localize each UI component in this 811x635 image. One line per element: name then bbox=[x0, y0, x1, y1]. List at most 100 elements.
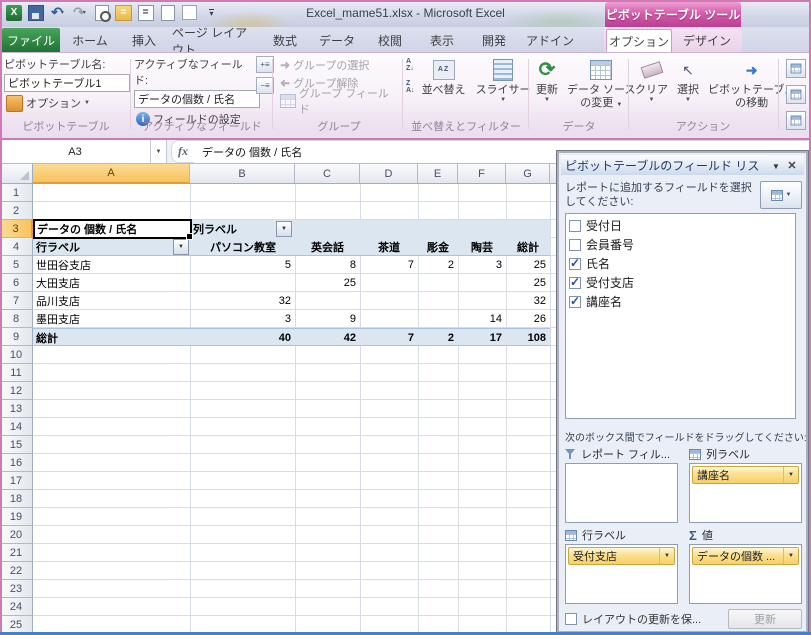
pivot-name-input[interactable]: ピボットテーブル1 bbox=[4, 74, 130, 92]
row-header-2[interactable]: 2 bbox=[0, 202, 33, 220]
pivot-value[interactable]: 9 bbox=[295, 310, 360, 328]
blank-square-icon[interactable] bbox=[181, 4, 198, 21]
row-header-24[interactable]: 24 bbox=[0, 598, 33, 616]
tab-addins[interactable]: アドイン bbox=[522, 29, 578, 52]
row-header-8[interactable]: 8 bbox=[0, 310, 33, 328]
pivot-value[interactable]: 32 bbox=[191, 292, 295, 310]
tab-formulas[interactable]: 数式 bbox=[262, 29, 308, 52]
pivot-col-header[interactable]: 茶道 bbox=[360, 238, 418, 256]
grand-total-value[interactable]: 17 bbox=[458, 329, 506, 347]
grand-total-value[interactable]: 42 bbox=[295, 329, 360, 347]
print-preview-icon[interactable] bbox=[93, 4, 110, 21]
row-header-3[interactable]: 3 bbox=[0, 220, 33, 238]
update-button[interactable]: 更新 bbox=[728, 609, 802, 629]
pivot-value[interactable]: 14 bbox=[458, 310, 506, 328]
pivot-col-header[interactable]: パソコン教室 bbox=[191, 238, 295, 256]
pivot-row-name[interactable]: 大田支店 bbox=[33, 274, 191, 292]
field-pill-kouzamei[interactable]: 講座名 bbox=[692, 466, 799, 484]
redo-icon[interactable]: ↷▾ bbox=[71, 4, 88, 21]
sort-za-button[interactable]: ZA↓ bbox=[406, 80, 415, 94]
pivot-row-name[interactable]: 世田谷支店 bbox=[33, 256, 191, 274]
select-all-corner[interactable] bbox=[0, 164, 33, 184]
refresh-button[interactable]: ⟳ 更新 ▼ bbox=[532, 56, 562, 111]
pivot-value[interactable]: 5 bbox=[191, 256, 295, 274]
column-header-d[interactable]: D bbox=[360, 164, 418, 184]
pivot-value[interactable]: 3 bbox=[191, 310, 295, 328]
pivot-value[interactable]: 2 bbox=[418, 256, 458, 274]
field-item-kaiinbangou[interactable]: 会員番号 bbox=[566, 235, 795, 254]
row-header-13[interactable]: 13 bbox=[0, 400, 33, 418]
pivot-value[interactable] bbox=[360, 310, 418, 328]
column-header-c[interactable]: C bbox=[295, 164, 360, 184]
pivot-value[interactable] bbox=[360, 292, 418, 310]
pivot-value[interactable] bbox=[418, 292, 458, 310]
pivot-value[interactable] bbox=[360, 274, 418, 292]
column-header-e[interactable]: E bbox=[418, 164, 458, 184]
checkbox-checked-icon[interactable] bbox=[569, 296, 581, 308]
field-pill-data-count[interactable]: データの個数 ... bbox=[692, 547, 799, 565]
row-header-14[interactable]: 14 bbox=[0, 418, 33, 436]
pivot-value[interactable] bbox=[458, 274, 506, 292]
clear-button[interactable]: クリア ▼ bbox=[632, 56, 671, 111]
grand-total-label[interactable]: 総計 bbox=[33, 329, 191, 347]
field-list-title-bar[interactable]: ピボットテーブルのフィールド リス bbox=[561, 155, 804, 175]
insert-function-button[interactable]: fx bbox=[171, 140, 194, 163]
defer-layout-checkbox[interactable] bbox=[565, 613, 577, 625]
new-sheet-icon[interactable] bbox=[159, 4, 176, 21]
field-pill-uketsukeshiten[interactable]: 受付支店 bbox=[568, 547, 675, 565]
column-header-b[interactable]: B bbox=[190, 164, 295, 184]
selected-cell-a3[interactable]: データの 個数 / 氏名 bbox=[33, 219, 192, 239]
pill-dropdown-icon[interactable] bbox=[659, 548, 674, 564]
tab-review[interactable]: 校閲 bbox=[366, 29, 414, 52]
pivot-value[interactable]: 8 bbox=[295, 256, 360, 274]
pivot-value[interactable] bbox=[458, 292, 506, 310]
checkbox-checked-icon[interactable] bbox=[569, 277, 581, 289]
column-labels-filter-icon[interactable] bbox=[276, 221, 292, 237]
tab-page-layout[interactable]: ページ レイアウト bbox=[172, 29, 258, 52]
column-header-g[interactable]: G bbox=[506, 164, 550, 184]
tab-view[interactable]: 表示 bbox=[418, 29, 466, 52]
tab-insert[interactable]: 挿入 bbox=[120, 29, 168, 52]
grand-total-value[interactable]: 2 bbox=[418, 329, 458, 347]
row-header-16[interactable]: 16 bbox=[0, 454, 33, 472]
excel-app-icon[interactable]: X bbox=[6, 5, 22, 21]
row-header-11[interactable]: 11 bbox=[0, 364, 33, 382]
row-header-12[interactable]: 12 bbox=[0, 382, 33, 400]
pivot-column-labels-cell[interactable]: 列ラベル bbox=[191, 221, 237, 237]
name-box-dropdown[interactable]: ▼ bbox=[151, 140, 167, 163]
pivot-value[interactable]: 25 bbox=[506, 256, 550, 274]
grand-total-value[interactable]: 7 bbox=[360, 329, 418, 347]
pivot-value[interactable]: 3 bbox=[458, 256, 506, 274]
pivot-value[interactable]: 25 bbox=[295, 274, 360, 292]
pill-dropdown-icon[interactable] bbox=[783, 467, 798, 483]
pivot-value[interactable]: 25 bbox=[506, 274, 550, 292]
select-button[interactable]: ↖ 選択 ▼ bbox=[673, 56, 703, 111]
group-selection-button[interactable]: ➜ グループの選択 bbox=[278, 56, 400, 74]
pill-dropdown-icon[interactable] bbox=[783, 548, 798, 564]
pivot-value[interactable] bbox=[418, 274, 458, 292]
pivot-col-header[interactable]: 彫金 bbox=[418, 238, 458, 256]
row-header-7[interactable]: 7 bbox=[0, 292, 33, 310]
column-header-f[interactable]: F bbox=[458, 164, 506, 184]
field-list-layout-button[interactable]: ▼ bbox=[760, 181, 802, 209]
checkbox-unchecked-icon[interactable] bbox=[569, 239, 581, 251]
grand-total-value[interactable]: 40 bbox=[191, 329, 295, 347]
grid-area[interactable]: 列ラベル データの 個数 / 氏名 行ラベル パソコン教室 英会話 茶道 彫金 … bbox=[33, 184, 560, 635]
pivot-col-header[interactable]: 総計 bbox=[506, 238, 550, 256]
pivot-row-name[interactable]: 品川支店 bbox=[33, 292, 191, 310]
row-header-21[interactable]: 21 bbox=[0, 544, 33, 562]
tab-home[interactable]: ホーム bbox=[64, 29, 116, 52]
pivot-value[interactable] bbox=[191, 274, 295, 292]
report-filter-zone[interactable] bbox=[565, 463, 678, 523]
pivot-col-header[interactable]: 陶芸 bbox=[458, 238, 506, 256]
options-button[interactable]: オプション ▼ bbox=[4, 94, 128, 112]
row-header-19[interactable]: 19 bbox=[0, 508, 33, 526]
row-header-20[interactable]: 20 bbox=[0, 526, 33, 544]
field-item-kouzamei[interactable]: 講座名 bbox=[566, 292, 795, 311]
pivot-col-header[interactable]: 英会話 bbox=[295, 238, 360, 256]
pivot-value[interactable]: 7 bbox=[360, 256, 418, 274]
sort-button[interactable]: AZ 並べ替え bbox=[419, 56, 469, 99]
pivot-row-name[interactable]: 墨田支店 bbox=[33, 310, 191, 328]
save-icon[interactable] bbox=[27, 4, 44, 21]
column-header-a[interactable]: A bbox=[33, 164, 190, 184]
